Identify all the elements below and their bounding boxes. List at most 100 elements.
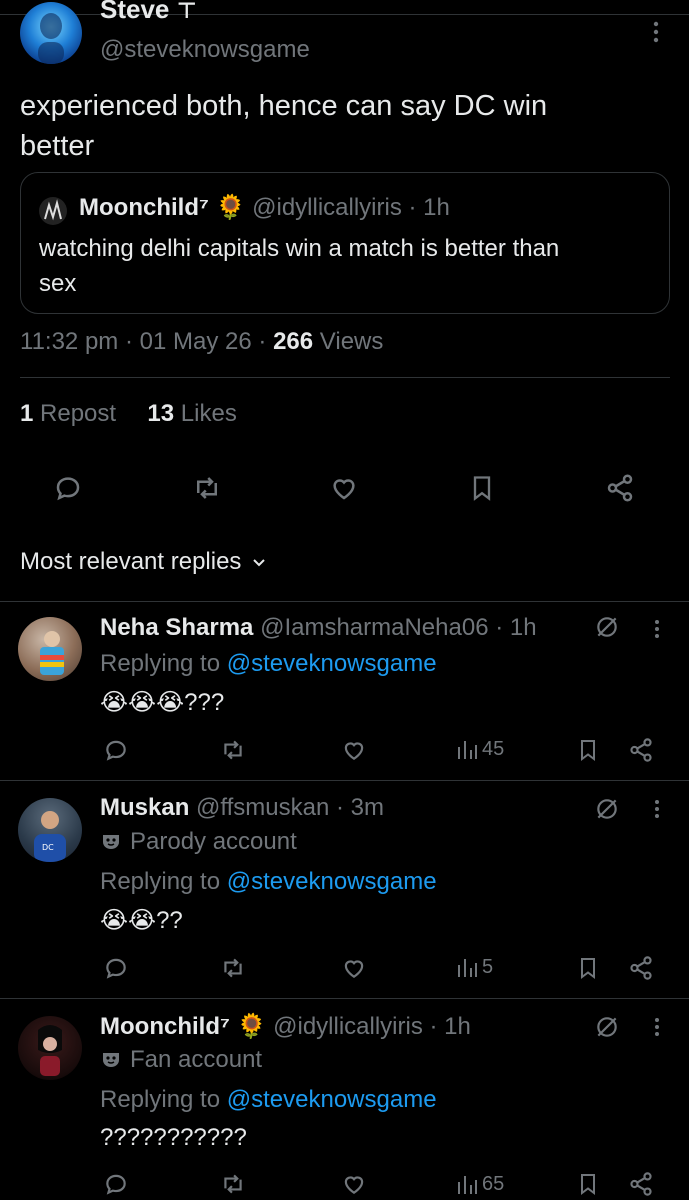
repost-icon xyxy=(197,477,217,499)
repost-icon xyxy=(224,958,242,978)
quote-author-name: Moonchild⁷ xyxy=(79,194,209,221)
bookmark-icon xyxy=(581,958,595,979)
quote-text-line: watching delhi capitals win a match is b… xyxy=(39,235,560,262)
share-button[interactable] xyxy=(626,736,656,764)
reply-avatar[interactable] xyxy=(18,1016,82,1080)
quote-header: Moonchild⁷ 🌻 @idyllicallyiris · 1h xyxy=(79,193,450,222)
tweet-date: 01 May 26 xyxy=(139,328,252,355)
mask-icon xyxy=(103,1053,119,1067)
grok-icon[interactable] xyxy=(594,796,620,822)
author-handle[interactable]: @steveknowsgame xyxy=(100,36,310,64)
account-badge: Parody account xyxy=(100,828,297,856)
share-button[interactable] xyxy=(604,472,636,504)
quote-avatar xyxy=(39,197,67,225)
replying-prefix: Replying to xyxy=(100,650,221,677)
share-icon xyxy=(630,738,652,762)
repost-icon xyxy=(224,1174,242,1194)
reply-author-handle[interactable]: @idyllicallyiris xyxy=(273,1013,423,1040)
svg-text:DC: DC xyxy=(42,843,54,852)
replying-prefix: Replying to xyxy=(100,868,221,895)
repost-label: Repost xyxy=(40,400,117,427)
replying-handle[interactable]: @steveknowsgame xyxy=(227,650,437,677)
separator: · xyxy=(258,328,267,355)
bookmark-button[interactable] xyxy=(574,1170,602,1198)
like-button[interactable] xyxy=(340,954,368,982)
reply-time: · 1h xyxy=(429,1013,471,1040)
repost-count: 1 xyxy=(20,400,34,427)
tweet-meta: 11:32 pm · 01 May 26 · 266 Views xyxy=(20,328,383,356)
engagement-stats: 1 Repost 13 Likes xyxy=(20,400,237,428)
heart-icon xyxy=(344,960,364,978)
reply-author-handle[interactable]: @IamsharmaNeha06 xyxy=(260,614,488,641)
replying-handle[interactable]: @steveknowsgame xyxy=(227,868,437,895)
reply-time: · 1h xyxy=(495,614,537,641)
like-button[interactable] xyxy=(328,472,360,504)
quote-text: watching delhi capitals win a match is b… xyxy=(39,231,559,301)
bookmark-icon xyxy=(581,1174,595,1195)
quote-tweet[interactable]: Moonchild⁷ 🌻 @idyllicallyiris · 1h watch… xyxy=(20,172,670,314)
reply-more-icon[interactable] xyxy=(650,618,664,640)
views-count: 45 xyxy=(482,737,505,760)
heart-icon xyxy=(344,1176,364,1194)
reply-button[interactable] xyxy=(52,472,84,504)
replying-handle[interactable]: @steveknowsgame xyxy=(227,1086,437,1113)
reply-author-name[interactable]: Muskan xyxy=(100,794,189,821)
bar-chart-icon xyxy=(458,1176,477,1194)
author-name[interactable]: Steve xyxy=(100,0,169,24)
reply-avatar[interactable] xyxy=(18,617,82,681)
author-avatar[interactable] xyxy=(20,2,82,64)
comment-icon xyxy=(106,1174,126,1195)
repost-button[interactable] xyxy=(218,736,248,764)
reply-text: 😭😭?? xyxy=(100,907,183,934)
views-button[interactable]: 65 xyxy=(456,1172,504,1196)
sunflower-icon: 🌻 xyxy=(236,1013,267,1040)
likes-label: Likes xyxy=(180,400,237,427)
like-button[interactable] xyxy=(340,1170,368,1198)
reply-header: Neha Sharma @IamsharmaNeha06 · 1h xyxy=(100,614,537,642)
reply-button[interactable] xyxy=(102,1170,130,1198)
views-button[interactable]: 5 xyxy=(456,955,493,979)
repost-stat[interactable]: 1 Repost xyxy=(20,400,116,427)
reply-author-name[interactable]: Moonchild⁷ xyxy=(100,1013,230,1040)
account-badge: Fan account xyxy=(100,1046,262,1074)
tweet-text-line: better xyxy=(20,130,95,162)
bookmark-button[interactable] xyxy=(466,472,498,504)
like-button[interactable] xyxy=(340,736,368,764)
quote-text-line: sex xyxy=(39,270,77,297)
repost-button[interactable] xyxy=(218,954,248,982)
views-count: 266 xyxy=(273,328,314,355)
reply-author-handle[interactable]: @ffsmuskan xyxy=(196,794,329,821)
grok-icon[interactable] xyxy=(594,1014,620,1040)
likes-count: 13 xyxy=(147,400,175,427)
sort-label: Most relevant replies xyxy=(20,548,242,575)
views-button[interactable]: 45 xyxy=(456,737,504,761)
grok-icon[interactable] xyxy=(594,614,620,640)
bar-chart-icon xyxy=(458,741,477,759)
bookmark-button[interactable] xyxy=(574,736,602,764)
badge-label: Parody account xyxy=(130,828,297,855)
repost-button[interactable] xyxy=(218,1170,248,1198)
replying-to: Replying to @steveknowsgame xyxy=(100,650,437,678)
likes-stat[interactable]: 13 Likes xyxy=(147,400,236,427)
comment-icon xyxy=(56,477,80,501)
reply-avatar[interactable]: DC xyxy=(18,798,82,862)
tweet-text: experienced both, hence can say DC win b… xyxy=(20,86,547,166)
share-button[interactable] xyxy=(626,1170,656,1198)
reply-time: · 3m xyxy=(336,794,385,821)
share-button[interactable] xyxy=(626,954,656,982)
separator: · xyxy=(124,328,133,355)
views-label: Views xyxy=(319,328,384,355)
share-icon xyxy=(630,956,652,980)
quote-time: · 1h xyxy=(408,194,450,221)
reply-more-icon[interactable] xyxy=(650,798,664,820)
reply-button[interactable] xyxy=(102,736,130,764)
bookmark-button[interactable] xyxy=(574,954,602,982)
sort-dropdown[interactable]: Most relevant replies xyxy=(20,548,267,576)
bookmark-icon xyxy=(473,476,491,501)
reply-text: 😭😭😭??? xyxy=(100,689,225,716)
reply-button[interactable] xyxy=(102,954,130,982)
more-icon[interactable] xyxy=(648,20,664,44)
reply-more-icon[interactable] xyxy=(650,1016,664,1038)
repost-button[interactable] xyxy=(190,472,224,504)
reply-author-name[interactable]: Neha Sharma xyxy=(100,614,253,641)
